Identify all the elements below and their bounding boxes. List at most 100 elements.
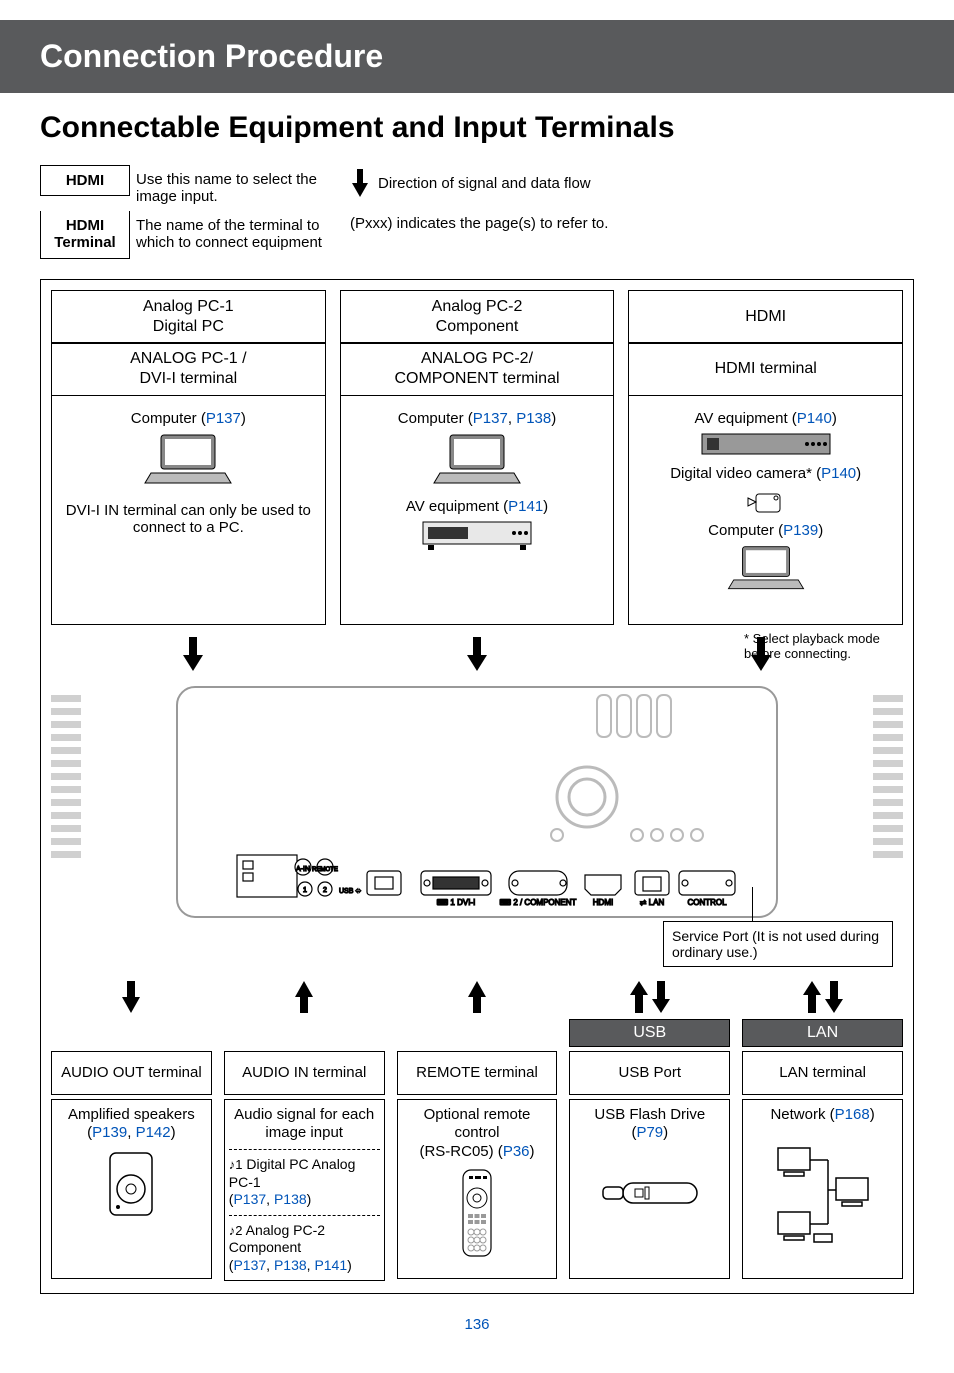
audio-out-body: Amplified speakers [56,1106,207,1125]
usb-port: USB Port [569,1051,730,1095]
col2-term-l1: ANALOG PC-2/ [421,349,533,369]
svg-text:REMOTE: REMOTE [312,867,338,873]
page-ref-link[interactable]: P137 [473,410,508,427]
page-ref-link[interactable]: P79 [636,1124,663,1141]
page-ref-link[interactable]: P142 [136,1124,171,1141]
projector-area: A-IN REMOTE 1 2 USB ⬌ ⌨ 1 DVI-I [51,677,903,967]
network-icon [768,1140,878,1250]
av-equipment-icon [422,521,532,551]
col1-term-l2: DVI-I terminal [139,369,237,389]
lan-detail: Network (P168) [742,1099,903,1279]
col3-eq3-text-b: ) [818,522,823,539]
audio-in-sub1: Digital PC Analog PC-1 [229,1156,356,1190]
col3-title: HDMI [628,290,903,344]
arrow-up-down-icon [628,981,672,1013]
page-ref-link[interactable]: P139 [783,522,818,539]
legend-box-terminal-l1: HDMI [66,217,104,234]
svg-text:2: 2 [323,887,327,894]
audio-in-terminal: AUDIO IN terminal [224,1051,385,1095]
col1-title: Analog PC-1 Digital PC [51,290,326,344]
page-ref-link[interactable]: P137 [206,410,241,427]
page-ref-link[interactable]: P168 [835,1106,870,1123]
laptop-icon [726,545,806,593]
remote-detail: Optional remote control (RS-RC05) (P36) [397,1099,558,1279]
usb-header: USB [569,1019,730,1047]
arrow-up-icon [466,981,488,1013]
page-ref-link[interactable]: P139 [92,1124,127,1141]
speaker-icon [106,1149,156,1219]
legend-text-terminal: The name of the terminal to which to con… [130,211,340,257]
audio-out-detail: Amplified speakers (P139, P142) [51,1099,212,1279]
legend-box-terminal-l2: Terminal [54,234,115,251]
arrows-row-bottom [51,981,903,1013]
arrow-down-icon [181,637,205,671]
col2-eq-text: Computer ( [398,410,473,427]
page-ref-link[interactable]: P140 [797,410,832,427]
page-ref-link[interactable]: P141 [508,498,543,515]
col3-term-l1: HDMI terminal [715,359,817,379]
col2-title: Analog PC-2 Component [340,290,615,344]
paren: ) [870,1106,875,1123]
col3-eq2-text: Digital video camera* ( [670,465,821,482]
svg-text:HDMI: HDMI [593,898,613,907]
legend-page-ref-text: (Pxxx) indicates the page(s) to refer to… [350,215,914,232]
page-ref-link[interactable]: P36 [503,1143,530,1160]
page-ref-link[interactable]: P140 [821,465,856,482]
col2-title-l1: Analog PC-2 [432,297,523,317]
col2-eq-text-b: ) [551,410,556,427]
col2-terminal: ANALOG PC-2/ COMPONENT terminal [340,342,615,396]
col2-equipment: Computer (P137, P138) AV equipment (P141… [340,395,615,625]
music-note-icon: ♪2 [229,1223,243,1238]
svg-text:⌨ 2 / COMPONENT: ⌨ 2 / COMPONENT [500,898,577,907]
paren: ) [530,1143,535,1160]
usb-drive-icon [595,1173,705,1213]
col2-term-l2: COMPONENT terminal [394,369,559,389]
camera-icon [746,488,786,516]
page-ref-link[interactable]: P137 [233,1257,266,1273]
remote-terminal: REMOTE terminal [397,1051,558,1095]
col3-equipment: AV equipment (P140) Digital video camera… [628,395,903,625]
playback-note: * Select playback mode before connecting… [744,631,909,661]
col1-equipment: Computer (P137) DVI-I IN terminal can on… [51,395,326,625]
page-number: 136 [40,1316,914,1333]
comma: , [266,1191,274,1207]
paren: ) [663,1124,668,1141]
col1-note: DVI-I IN terminal can only be used to co… [56,502,321,536]
svg-text:⇄ LAN: ⇄ LAN [640,898,665,907]
col3-eq2-text-b: ) [856,465,861,482]
col1-terminal: ANALOG PC-1 / DVI-I terminal [51,342,326,396]
paren: ) [171,1124,176,1141]
comma: , [266,1257,274,1273]
col2-eq2-text: AV equipment ( [406,498,508,515]
audio-in-sub2: Analog PC-2 Component [229,1222,325,1256]
col3-terminal: HDMI terminal [628,342,903,396]
arrow-down-icon [350,169,370,197]
lan-terminal: LAN terminal [742,1051,903,1095]
col1-term-l1: ANALOG PC-1 / [130,349,246,369]
svg-text:⌨ 1 DVI-I: ⌨ 1 DVI-I [437,898,476,907]
svg-text:USB ⬌: USB ⬌ [339,888,361,895]
paren: ) [307,1191,312,1207]
legend-box-terminal: HDMI Terminal [40,211,130,259]
page-ref-link[interactable]: P138 [274,1191,307,1207]
page-ref-link[interactable]: P138 [516,410,551,427]
vent-right-icon [873,695,903,875]
page-header: Connection Procedure [0,20,954,93]
remote-control-icon [457,1168,497,1258]
svg-text:1: 1 [303,887,307,894]
col3-title-l1: HDMI [745,307,786,327]
page-ref-link[interactable]: P138 [274,1257,307,1273]
laptop-icon [143,433,233,488]
arrows-row-top: * Select playback mode before connecting… [51,637,903,671]
arrow-down-icon [120,981,142,1013]
legend-text-input: Use this name to select the image input. [130,165,340,211]
page-ref-link[interactable]: P137 [233,1191,266,1207]
audio-in-detail: Audio signal for each image input ♪1 Dig… [224,1099,385,1282]
laptop-icon [432,433,522,488]
remote-body: Optional remote control [402,1106,553,1144]
paren: ) [347,1257,352,1273]
col1-title-l1: Analog PC-1 [143,297,234,317]
col3-eq3-text: Computer ( [708,522,783,539]
audio-in-body: Audio signal for each image input [229,1106,380,1144]
page-ref-link[interactable]: P141 [314,1257,347,1273]
